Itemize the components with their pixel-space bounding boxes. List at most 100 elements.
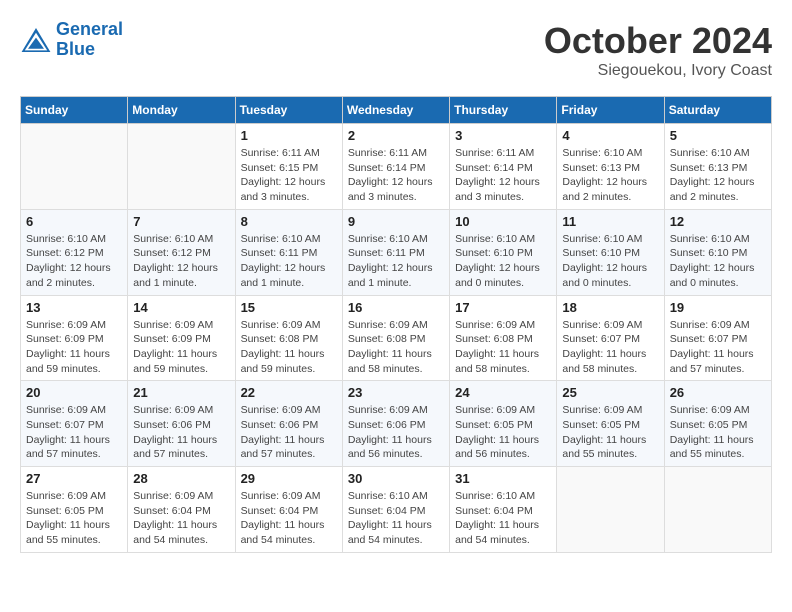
- calendar-cell: 17Sunrise: 6:09 AM Sunset: 6:08 PM Dayli…: [450, 295, 557, 381]
- day-info: Sunrise: 6:09 AM Sunset: 6:09 PM Dayligh…: [26, 318, 122, 377]
- calendar-cell: 25 Sunrise: 6:09 AM Sunset: 6:05 PM Dayli…: [557, 381, 664, 467]
- day-number: 16: [348, 300, 444, 315]
- day-number: 21: [133, 385, 229, 400]
- day-number: 18: [562, 300, 658, 315]
- day-info: Sunrise: 6:10 AM Sunset: 6:10 PM Dayligh…: [455, 232, 551, 291]
- logo-text: General Blue: [56, 20, 123, 60]
- calendar-cell: 30 Sunrise: 6:10 AM Sunset: 6:04 PM Dayli…: [342, 467, 449, 553]
- day-info: Sunrise: 6:09 AM Sunset: 6:05 PM Dayligh…: [26, 489, 122, 548]
- day-number: 14: [133, 300, 229, 315]
- day-number: 23: [348, 385, 444, 400]
- calendar-week-row: 20 Sunrise: 6:09 AM Sunset: 6:07 PM Dayli…: [21, 381, 772, 467]
- day-number: 19: [670, 300, 766, 315]
- calendar-cell: 24 Sunrise: 6:09 AM Sunset: 6:05 PM Dayli…: [450, 381, 557, 467]
- day-info: Sunrise: 6:09 AM Sunset: 6:06 PM Dayligh…: [133, 403, 229, 462]
- calendar-cell: [664, 467, 771, 553]
- day-number: 5: [670, 128, 766, 143]
- calendar-cell: 19 Sunrise: 6:09 AM Sunset: 6:07 PM Dayli…: [664, 295, 771, 381]
- calendar-cell: 22 Sunrise: 6:09 AM Sunset: 6:06 PM Dayli…: [235, 381, 342, 467]
- day-number: 2: [348, 128, 444, 143]
- day-number: 7: [133, 214, 229, 229]
- calendar-cell: 8 Sunrise: 6:10 AM Sunset: 6:11 PM Daylig…: [235, 209, 342, 295]
- calendar-cell: 29Sunrise: 6:09 AM Sunset: 6:04 PM Dayli…: [235, 467, 342, 553]
- day-number: 31: [455, 471, 551, 486]
- day-info: Sunrise: 6:10 AM Sunset: 6:04 PM Dayligh…: [455, 489, 551, 548]
- header-sunday: Sunday: [21, 97, 128, 124]
- day-info: Sunrise: 6:11 AM Sunset: 6:14 PM Dayligh…: [348, 146, 444, 205]
- day-number: 28: [133, 471, 229, 486]
- calendar-cell: 7Sunrise: 6:10 AM Sunset: 6:12 PM Daylig…: [128, 209, 235, 295]
- calendar-cell: 26Sunrise: 6:09 AM Sunset: 6:05 PM Dayli…: [664, 381, 771, 467]
- day-number: 27: [26, 471, 122, 486]
- day-number: 12: [670, 214, 766, 229]
- day-info: Sunrise: 6:11 AM Sunset: 6:15 PM Dayligh…: [241, 146, 337, 205]
- month-title: October 2024: [544, 20, 772, 62]
- calendar-week-row: 13Sunrise: 6:09 AM Sunset: 6:09 PM Dayli…: [21, 295, 772, 381]
- day-info: Sunrise: 6:09 AM Sunset: 6:06 PM Dayligh…: [348, 403, 444, 462]
- day-info: Sunrise: 6:09 AM Sunset: 6:08 PM Dayligh…: [455, 318, 551, 377]
- day-info: Sunrise: 6:09 AM Sunset: 6:08 PM Dayligh…: [241, 318, 337, 377]
- day-info: Sunrise: 6:09 AM Sunset: 6:08 PM Dayligh…: [348, 318, 444, 377]
- calendar-cell: 16 Sunrise: 6:09 AM Sunset: 6:08 PM Dayli…: [342, 295, 449, 381]
- calendar-cell: 28 Sunrise: 6:09 AM Sunset: 6:04 PM Dayli…: [128, 467, 235, 553]
- day-number: 8: [241, 214, 337, 229]
- day-number: 29: [241, 471, 337, 486]
- day-number: 20: [26, 385, 122, 400]
- day-number: 11: [562, 214, 658, 229]
- day-number: 15: [241, 300, 337, 315]
- day-info: Sunrise: 6:09 AM Sunset: 6:07 PM Dayligh…: [670, 318, 766, 377]
- calendar-cell: 10Sunrise: 6:10 AM Sunset: 6:10 PM Dayli…: [450, 209, 557, 295]
- day-info: Sunrise: 6:10 AM Sunset: 6:11 PM Dayligh…: [348, 232, 444, 291]
- day-number: 6: [26, 214, 122, 229]
- calendar-cell: 12Sunrise: 6:10 AM Sunset: 6:10 PM Dayli…: [664, 209, 771, 295]
- calendar-cell: 31 Sunrise: 6:10 AM Sunset: 6:04 PM Dayli…: [450, 467, 557, 553]
- day-info: Sunrise: 6:10 AM Sunset: 6:13 PM Dayligh…: [670, 146, 766, 205]
- day-info: Sunrise: 6:10 AM Sunset: 6:12 PM Dayligh…: [26, 232, 122, 291]
- calendar-week-row: 1 Sunrise: 6:11 AM Sunset: 6:15 PM Daylig…: [21, 124, 772, 210]
- day-info: Sunrise: 6:09 AM Sunset: 6:07 PM Dayligh…: [26, 403, 122, 462]
- day-info: Sunrise: 6:11 AM Sunset: 6:14 PM Dayligh…: [455, 146, 551, 205]
- calendar-cell: 6 Sunrise: 6:10 AM Sunset: 6:12 PM Daylig…: [21, 209, 128, 295]
- header-monday: Monday: [128, 97, 235, 124]
- day-info: Sunrise: 6:10 AM Sunset: 6:13 PM Dayligh…: [562, 146, 658, 205]
- day-number: 3: [455, 128, 551, 143]
- calendar-cell: 27 Sunrise: 6:09 AM Sunset: 6:05 PM Dayli…: [21, 467, 128, 553]
- calendar-cell: 1 Sunrise: 6:11 AM Sunset: 6:15 PM Daylig…: [235, 124, 342, 210]
- day-info: Sunrise: 6:10 AM Sunset: 6:10 PM Dayligh…: [562, 232, 658, 291]
- calendar-cell: 3 Sunrise: 6:11 AM Sunset: 6:14 PM Daylig…: [450, 124, 557, 210]
- calendar-header-row: SundayMondayTuesdayWednesdayThursdayFrid…: [21, 97, 772, 124]
- calendar-cell: [557, 467, 664, 553]
- calendar-table: SundayMondayTuesdayWednesdayThursdayFrid…: [20, 96, 772, 553]
- header-friday: Friday: [557, 97, 664, 124]
- header-wednesday: Wednesday: [342, 97, 449, 124]
- day-info: Sunrise: 6:09 AM Sunset: 6:05 PM Dayligh…: [670, 403, 766, 462]
- day-info: Sunrise: 6:09 AM Sunset: 6:05 PM Dayligh…: [562, 403, 658, 462]
- calendar-cell: 5 Sunrise: 6:10 AM Sunset: 6:13 PM Daylig…: [664, 124, 771, 210]
- header-saturday: Saturday: [664, 97, 771, 124]
- day-info: Sunrise: 6:09 AM Sunset: 6:07 PM Dayligh…: [562, 318, 658, 377]
- calendar-cell: 11 Sunrise: 6:10 AM Sunset: 6:10 PM Dayli…: [557, 209, 664, 295]
- day-info: Sunrise: 6:09 AM Sunset: 6:05 PM Dayligh…: [455, 403, 551, 462]
- calendar-cell: 14Sunrise: 6:09 AM Sunset: 6:09 PM Dayli…: [128, 295, 235, 381]
- calendar-cell: 15 Sunrise: 6:09 AM Sunset: 6:08 PM Dayli…: [235, 295, 342, 381]
- day-info: Sunrise: 6:09 AM Sunset: 6:04 PM Dayligh…: [133, 489, 229, 548]
- logo: General Blue: [20, 20, 123, 60]
- calendar-week-row: 27 Sunrise: 6:09 AM Sunset: 6:05 PM Dayli…: [21, 467, 772, 553]
- header-thursday: Thursday: [450, 97, 557, 124]
- day-info: Sunrise: 6:10 AM Sunset: 6:11 PM Dayligh…: [241, 232, 337, 291]
- day-number: 24: [455, 385, 551, 400]
- logo-icon: [20, 26, 52, 54]
- day-info: Sunrise: 6:10 AM Sunset: 6:04 PM Dayligh…: [348, 489, 444, 548]
- day-number: 30: [348, 471, 444, 486]
- calendar-cell: [128, 124, 235, 210]
- calendar-week-row: 6 Sunrise: 6:10 AM Sunset: 6:12 PM Daylig…: [21, 209, 772, 295]
- day-number: 25: [562, 385, 658, 400]
- day-number: 22: [241, 385, 337, 400]
- day-number: 1: [241, 128, 337, 143]
- day-info: Sunrise: 6:09 AM Sunset: 6:06 PM Dayligh…: [241, 403, 337, 462]
- calendar-cell: 13Sunrise: 6:09 AM Sunset: 6:09 PM Dayli…: [21, 295, 128, 381]
- calendar-cell: 2 Sunrise: 6:11 AM Sunset: 6:14 PM Daylig…: [342, 124, 449, 210]
- calendar-cell: 21 Sunrise: 6:09 AM Sunset: 6:06 PM Dayli…: [128, 381, 235, 467]
- day-number: 4: [562, 128, 658, 143]
- page-header: General Blue October 2024 Siegouekou, Iv…: [20, 20, 772, 80]
